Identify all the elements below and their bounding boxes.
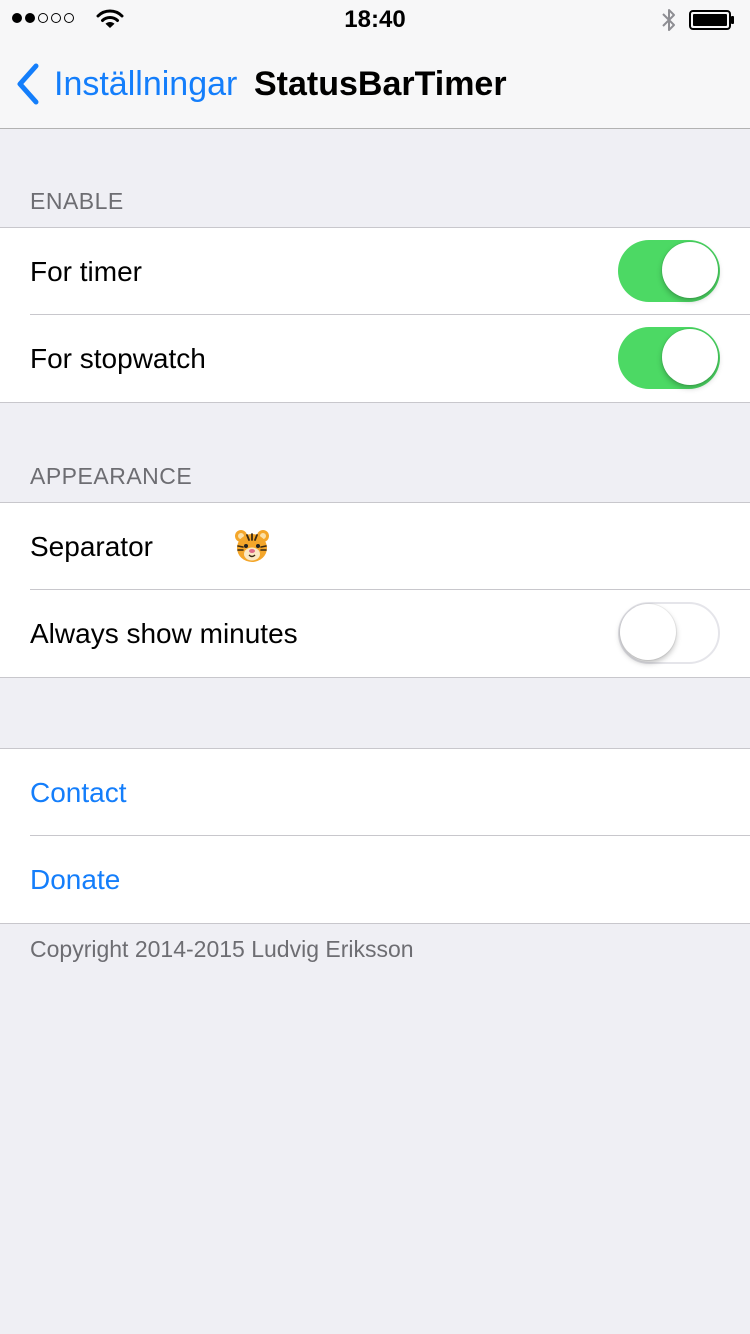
copyright-footer: Copyright 2014-2015 Ludvig Eriksson [30, 936, 414, 962]
row-donate[interactable]: Donate [0, 835, 750, 923]
back-button[interactable]: Inställningar [14, 62, 237, 106]
separator-label: Separator [30, 531, 153, 562]
navigation-bar: Inställningar StatusBarTimer [0, 40, 750, 129]
status-time: 18:40 [344, 6, 406, 33]
row-for-timer: For timer [0, 228, 750, 315]
back-button-label: Inställningar [54, 65, 238, 103]
for-timer-label: For timer [30, 256, 142, 287]
row-for-stopwatch: For stopwatch [0, 314, 750, 402]
links-group: Contact Donate [0, 748, 750, 924]
always-show-minutes-toggle[interactable] [618, 602, 720, 664]
section-header-enable: ENABLE [30, 188, 124, 214]
chevron-left-icon [17, 63, 39, 105]
appearance-group: Separator Always show minutes [0, 502, 750, 678]
for-stopwatch-label: For stopwatch [30, 343, 206, 374]
enable-group: For timer For stopwatch [0, 227, 750, 403]
tiger-face-icon[interactable] [234, 528, 270, 564]
donate-link[interactable]: Donate [30, 836, 120, 923]
row-separator[interactable]: Separator [0, 503, 750, 590]
for-stopwatch-toggle[interactable] [618, 327, 720, 389]
always-show-minutes-label: Always show minutes [30, 618, 298, 649]
row-always-show-minutes: Always show minutes [0, 589, 750, 677]
for-timer-toggle[interactable] [618, 240, 720, 302]
contact-link[interactable]: Contact [30, 749, 127, 836]
section-header-appearance: APPEARANCE [30, 463, 193, 489]
page-title: StatusBarTimer [254, 65, 507, 103]
row-contact[interactable]: Contact [0, 749, 750, 836]
bluetooth-icon [662, 9, 675, 31]
battery-icon [689, 10, 734, 30]
status-bar: 18:40 [0, 0, 750, 40]
